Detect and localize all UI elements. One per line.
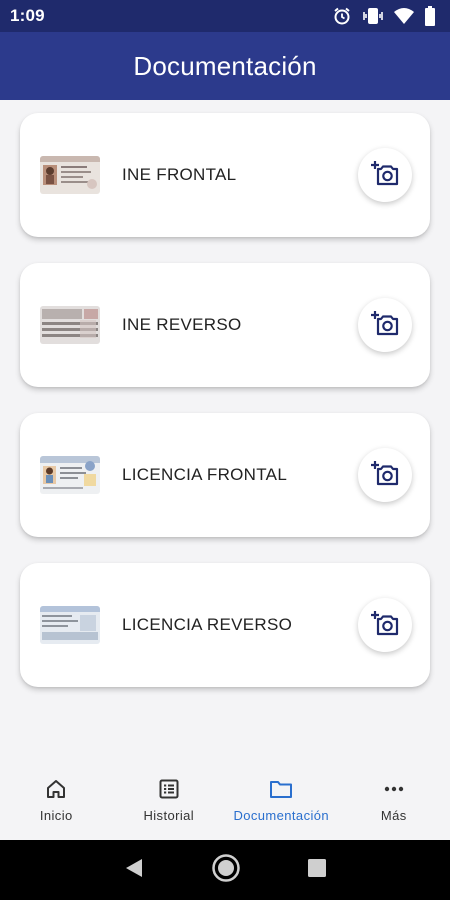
nav-label: Documentación xyxy=(233,807,330,823)
add-photo-button[interactable] xyxy=(358,298,412,352)
status-time: 1:09 xyxy=(10,6,45,25)
add-photo-button[interactable] xyxy=(358,448,412,502)
document-card-licencia-frontal[interactable]: LICENCIA FRONTAL xyxy=(20,413,430,537)
page-title: Documentación xyxy=(133,50,317,81)
recents-icon[interactable] xyxy=(307,858,327,883)
nav-label: Inicio xyxy=(39,807,73,823)
nav-label: Más xyxy=(380,807,407,823)
screen: 1:09 Documentación INE FRONTAL INE REVER… xyxy=(0,0,450,900)
battery-icon xyxy=(424,6,436,26)
document-label: INE FRONTAL xyxy=(122,165,237,184)
vibrate-icon xyxy=(362,6,384,26)
system-navigation-bar xyxy=(0,840,450,900)
add-photo-icon xyxy=(370,609,400,642)
home-circle-icon[interactable] xyxy=(211,853,241,888)
more-icon xyxy=(383,778,405,800)
add-photo-icon xyxy=(370,309,400,342)
add-photo-button[interactable] xyxy=(358,148,412,202)
nav-label: Historial xyxy=(143,807,195,823)
ine-back-thumbnail xyxy=(40,306,100,344)
back-icon[interactable] xyxy=(123,857,145,884)
document-card-ine-reverso[interactable]: INE REVERSO xyxy=(20,263,430,387)
bottom-navigation: Inicio Historial Documentación Más xyxy=(0,760,450,840)
nav-item-inicio[interactable]: Inicio xyxy=(0,760,113,840)
document-label: LICENCIA FRONTAL xyxy=(122,465,288,484)
status-bar: 1:09 xyxy=(0,0,450,32)
add-photo-icon xyxy=(370,459,400,492)
nav-item-documentacion[interactable]: Documentación xyxy=(225,760,338,840)
status-icons xyxy=(332,6,436,26)
alarm-icon xyxy=(332,6,352,26)
add-photo-icon xyxy=(370,159,400,192)
license-back-thumbnail xyxy=(40,606,100,644)
add-photo-button[interactable] xyxy=(358,598,412,652)
nav-item-mas[interactable]: Más xyxy=(338,760,450,840)
folder-icon xyxy=(269,778,293,800)
list-icon xyxy=(158,778,180,800)
wifi-icon xyxy=(394,7,414,25)
ine-front-thumbnail xyxy=(40,156,100,194)
document-label: LICENCIA REVERSO xyxy=(122,615,293,634)
license-front-thumbnail xyxy=(40,456,100,494)
document-card-licencia-reverso[interactable]: LICENCIA REVERSO xyxy=(20,563,430,687)
app-bar: Documentación xyxy=(0,32,450,100)
nav-item-historial[interactable]: Historial xyxy=(113,760,226,840)
document-label: INE REVERSO xyxy=(122,315,242,334)
home-icon xyxy=(45,778,67,800)
document-card-ine-frontal[interactable]: INE FRONTAL xyxy=(20,113,430,237)
